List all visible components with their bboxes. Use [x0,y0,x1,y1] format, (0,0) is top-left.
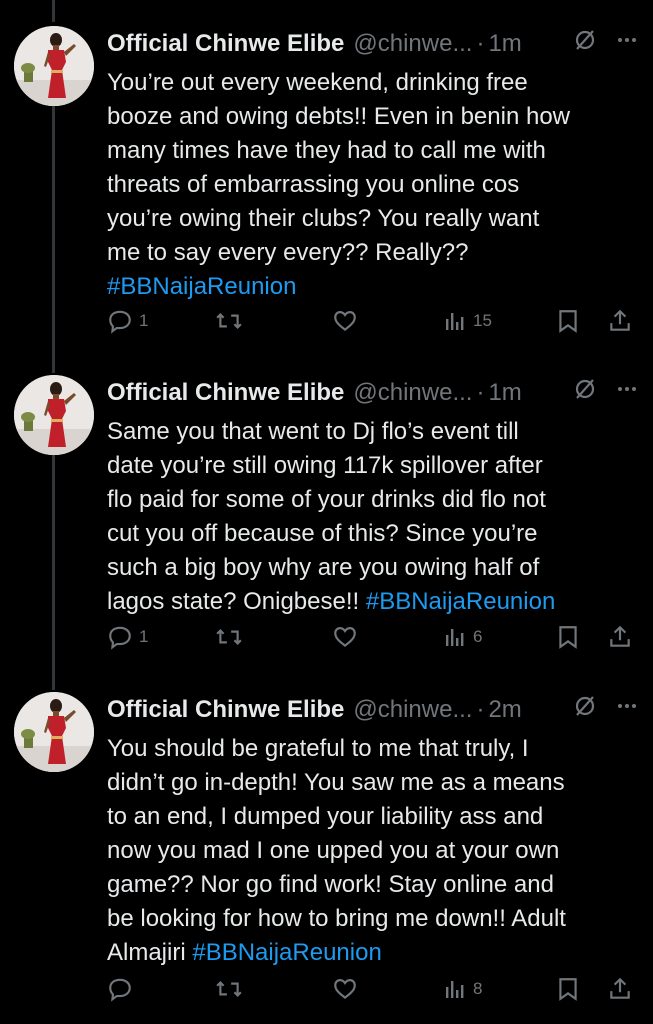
like-button[interactable] [331,304,365,338]
grok-slash-icon[interactable] [573,694,597,718]
handle[interactable]: @chinwe... [353,696,472,724]
like-icon [334,627,356,648]
text-line: be looking for how to bring me down!! Ad… [107,905,566,932]
views-count: 8 [473,979,483,998]
avatar[interactable] [14,692,94,772]
action-bar: 1 15 [107,304,653,338]
tweet-text: You should be grateful to me that truly,… [107,732,647,970]
share-button[interactable] [607,972,633,1006]
share-button[interactable] [607,620,633,654]
text-prefix: Almajiri [107,939,193,966]
text-prefix: lagos state? Onigbese!! [107,588,366,615]
views-icon [446,629,464,646]
separator-dot: · [476,379,485,406]
separator-dot: · [476,696,485,723]
display-name[interactable]: Official Chinwe Elibe [107,379,344,407]
like-icon [334,311,356,332]
thread-line [52,0,55,22]
tweet-text: You’re out every weekend, drinking free … [107,66,647,304]
hashtag-link[interactable]: #BBNaijaReunion [107,273,296,300]
text-line: You’re out every weekend, drinking free [107,69,528,96]
text-line: Same you that went to Dj flo’s event til… [107,418,519,445]
timestamp[interactable]: 2m [488,696,521,724]
text-line: now you mad I one upped you at your own [107,837,560,864]
like-button[interactable] [331,620,365,654]
display-name[interactable]: Official Chinwe Elibe [107,30,344,58]
views-button[interactable]: 15 [443,304,492,338]
tweet-header: Official Chinwe Elibe @chinwe... · 2m [107,692,643,728]
action-bar: 1 6 [107,620,653,654]
bookmark-icon [559,626,577,649]
reply-icon [109,978,131,1002]
share-button[interactable] [607,304,633,338]
reply-count: 1 [139,627,149,646]
retweet-icon [216,313,242,329]
views-icon [446,313,464,330]
retweet-button[interactable] [215,304,249,338]
grok-slash-icon[interactable] [573,28,597,52]
more-icon[interactable] [615,694,639,718]
text-line: you’re owing their clubs? You really wan… [107,205,540,232]
views-button[interactable]: 8 [443,972,482,1006]
reply-button[interactable] [107,972,139,1006]
share-icon [610,309,630,331]
handle[interactable]: @chinwe... [353,379,472,407]
timestamp[interactable]: 1m [488,379,521,407]
grok-slash-icon[interactable] [573,377,597,401]
reply-icon [109,310,131,334]
text-line: game?? Nor go find work! Stay online and [107,871,554,898]
views-count: 15 [473,311,492,330]
tweet-header: Official Chinwe Elibe @chinwe... · 1m [107,375,643,411]
thread-line [52,103,55,373]
like-button[interactable] [331,972,365,1006]
hashtag-link[interactable]: #BBNaijaReunion [192,939,381,966]
display-name[interactable]: Official Chinwe Elibe [107,696,344,724]
share-icon [610,977,630,999]
bookmark-button[interactable] [555,972,581,1006]
more-icon[interactable] [615,28,639,52]
views-icon [446,981,464,998]
tweet-header: Official Chinwe Elibe @chinwe... · 1m [107,26,643,62]
avatar[interactable] [14,26,94,106]
views-count: 6 [473,627,483,646]
text-line: Almajiri #BBNaijaReunion [107,936,647,970]
text-line: many times have they had to call me with [107,137,546,164]
text-line: cut you off because of this? Since you’r… [107,520,538,547]
bookmark-icon [559,310,577,333]
hashtag-link[interactable]: #BBNaijaReunion [366,588,555,615]
bookmark-icon [559,978,577,1001]
text-line: didn’t go in-depth! You saw me as a mean… [107,769,565,796]
more-icon[interactable] [615,377,639,401]
text-line: You should be grateful to me that truly,… [107,735,529,762]
retweet-icon [216,629,242,645]
reply-button[interactable]: 1 [107,304,148,338]
reply-count: 1 [139,311,149,330]
text-line: booze and owing debts!! Even in benin ho… [107,103,570,130]
retweet-button[interactable] [215,620,249,654]
separator-dot: · [476,30,485,57]
timestamp[interactable]: 1m [488,30,521,58]
text-line: lagos state? Onigbese!! #BBNaijaReunion [107,585,647,619]
retweet-button[interactable] [215,972,249,1006]
avatar[interactable] [14,375,94,455]
text-line: to an end, I dumped your liability ass a… [107,803,544,830]
action-bar: 8 [107,972,653,1006]
retweet-icon [216,981,242,997]
bookmark-button[interactable] [555,304,581,338]
thread-line [52,455,55,690]
text-line: #BBNaijaReunion [107,270,647,304]
text-line: date you’re still owing 117k spillover a… [107,452,543,479]
reply-button[interactable]: 1 [107,620,148,654]
like-icon [334,979,356,1000]
text-line: threats of embarrassing you online cos [107,171,520,198]
bookmark-button[interactable] [555,620,581,654]
text-line: such a big boy why are you owing half of [107,554,540,581]
handle[interactable]: @chinwe... [353,30,472,58]
views-button[interactable]: 6 [443,620,482,654]
share-icon [610,625,630,647]
tweet-text: Same you that went to Dj flo’s event til… [107,415,647,619]
text-line: flo paid for some of your drinks did flo… [107,486,546,513]
reply-icon [109,626,131,650]
text-line: me to say every every?? Really?? [107,239,469,266]
